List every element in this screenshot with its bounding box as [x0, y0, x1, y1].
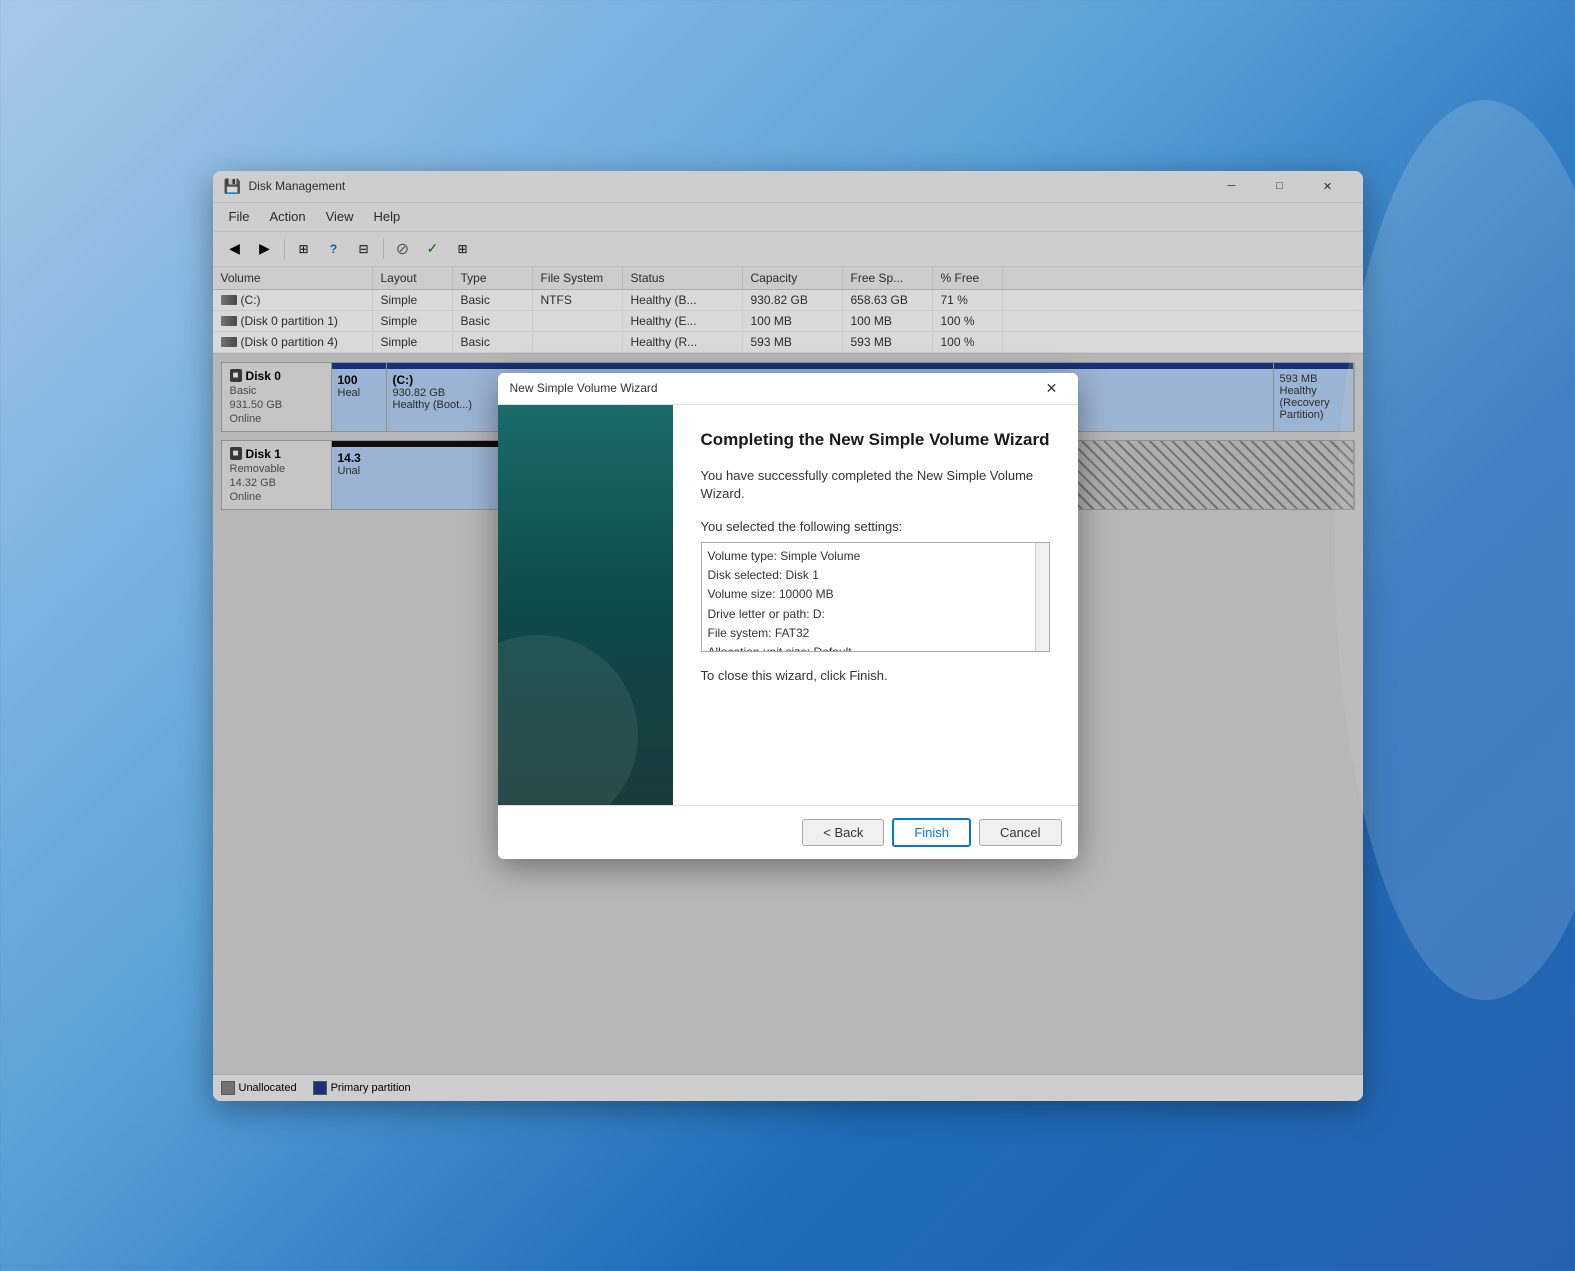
app-window: 💾 Disk Management ─ □ ✕ File Action View… — [213, 171, 1363, 1101]
cancel-button[interactable]: Cancel — [979, 819, 1061, 846]
back-button[interactable]: < Back — [802, 819, 884, 846]
settings-line: Allocation unit size: Default — [708, 643, 1033, 652]
settings-line: File system: FAT32 — [708, 624, 1033, 643]
wizard-body: Completing the New Simple Volume Wizard … — [498, 405, 1078, 805]
settings-line: Drive letter or path: D: — [708, 605, 1033, 624]
wizard-close-button[interactable]: ✕ — [1038, 374, 1066, 402]
wizard-sidebar — [498, 405, 673, 805]
wizard-title-bar: New Simple Volume Wizard ✕ — [498, 373, 1078, 405]
wizard-title: New Simple Volume Wizard — [510, 381, 1038, 395]
wizard-settings-box[interactable]: Volume type: Simple VolumeDisk selected:… — [701, 542, 1050, 652]
wizard-main: Completing the New Simple Volume Wizard … — [673, 405, 1078, 805]
modal-overlay: New Simple Volume Wizard ✕ Completing th… — [213, 171, 1363, 1101]
wizard-footer: < Back Finish Cancel — [498, 805, 1078, 859]
settings-scrollbar[interactable] — [1035, 543, 1049, 651]
settings-line: Volume type: Simple Volume — [708, 547, 1033, 566]
finish-button[interactable]: Finish — [892, 818, 971, 847]
settings-line: Disk selected: Disk 1 — [708, 566, 1033, 585]
settings-line: Volume size: 10000 MB — [708, 585, 1033, 604]
wizard-heading: Completing the New Simple Volume Wizard — [701, 429, 1050, 451]
wizard-desc: You have successfully completed the New … — [701, 467, 1050, 503]
wizard-dialog: New Simple Volume Wizard ✕ Completing th… — [498, 373, 1078, 859]
wizard-settings-label: You selected the following settings: — [701, 519, 1050, 534]
wizard-finish-text: To close this wizard, click Finish. — [701, 668, 1050, 683]
